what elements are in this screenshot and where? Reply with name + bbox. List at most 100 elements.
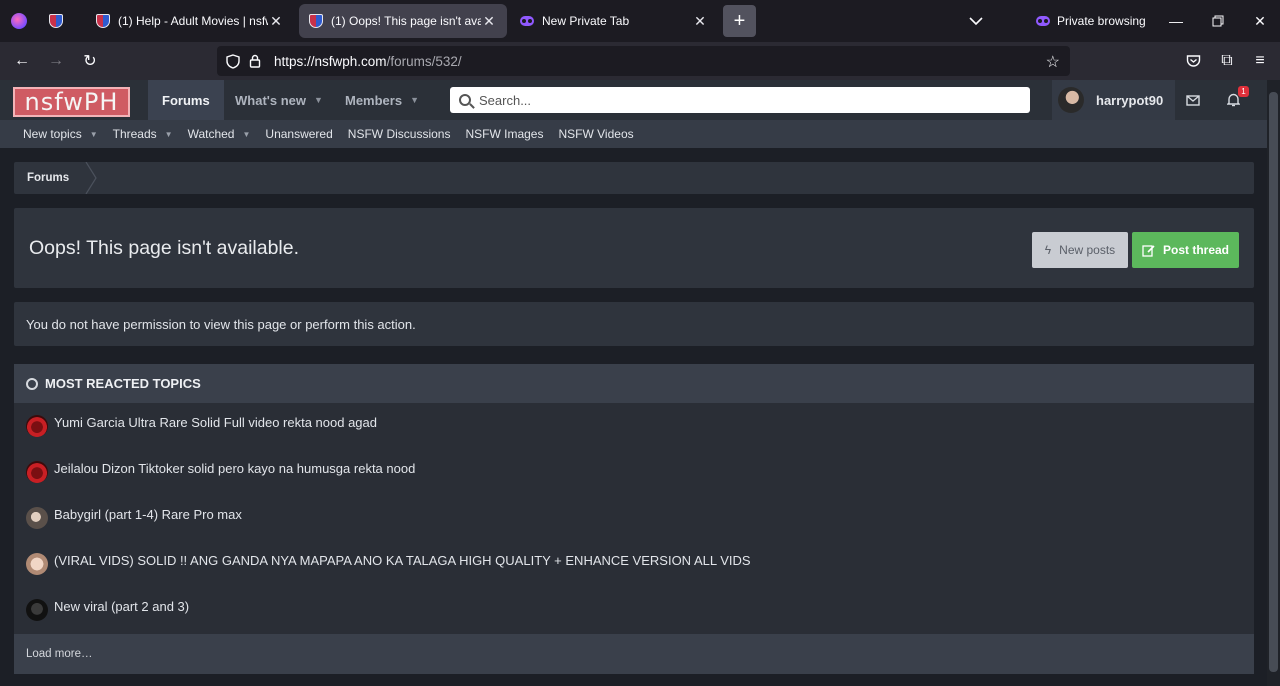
topic-item[interactable]: (VIRAL VIDS) SOLID !! ANG GANDA NYA MAPA… bbox=[26, 549, 751, 575]
topic-item[interactable]: Jeilalou Dizon Tiktoker solid pero kayo … bbox=[26, 457, 415, 483]
restore-icon bbox=[1212, 15, 1224, 27]
plus-icon: + bbox=[733, 9, 746, 32]
minimize-icon: — bbox=[1169, 13, 1183, 29]
widget-header: MOST REACTED TOPICS bbox=[14, 364, 1254, 403]
reactions-icon bbox=[26, 377, 38, 390]
envelope-icon bbox=[1186, 94, 1200, 106]
caret-down-icon[interactable]: ▼ bbox=[410, 95, 419, 105]
subnav-threads[interactable]: Threads ▼ bbox=[113, 127, 173, 141]
address-bar[interactable]: https://nsfwph.com/forums/532/ ☆ bbox=[217, 46, 1070, 76]
restore-button[interactable] bbox=[1203, 8, 1233, 34]
topic-title[interactable]: Yumi Garcia Ultra Rare Solid Full video … bbox=[54, 415, 377, 430]
subnav-new-topics[interactable]: New topics ▼ bbox=[23, 127, 98, 141]
subnav-nsfw-images[interactable]: NSFW Images bbox=[465, 127, 543, 141]
site-shield-icon bbox=[309, 14, 323, 28]
lock-icon[interactable] bbox=[246, 52, 264, 70]
topic-item[interactable]: New viral (part 2 and 3) bbox=[26, 595, 189, 621]
permission-notice: You do not have permission to view this … bbox=[14, 302, 1254, 346]
user-avatar bbox=[1058, 87, 1084, 113]
tab-title: (1) Oops! This page isn't available bbox=[331, 14, 481, 28]
close-tab-icon[interactable]: ✕ bbox=[481, 13, 497, 30]
close-tab-icon[interactable]: ✕ bbox=[692, 13, 708, 30]
minimize-button[interactable]: — bbox=[1161, 8, 1191, 34]
tab-new-private[interactable]: New Private Tab ✕ bbox=[510, 4, 718, 38]
nav-label: Members bbox=[345, 92, 403, 108]
app-menu-button[interactable]: ≡ bbox=[1246, 47, 1274, 75]
breadcrumb-forums[interactable]: Forums bbox=[14, 162, 82, 194]
pinned-tab-messenger[interactable] bbox=[3, 6, 35, 36]
search-box[interactable] bbox=[450, 87, 1030, 113]
load-more-link[interactable]: Load more… bbox=[26, 648, 92, 660]
forward-button[interactable]: → bbox=[42, 47, 70, 75]
topic-avatar[interactable] bbox=[26, 461, 48, 483]
subnav-label: NSFW Discussions bbox=[347, 127, 451, 141]
topic-avatar[interactable] bbox=[26, 553, 48, 575]
subnav-unanswered[interactable]: Unanswered bbox=[265, 127, 332, 141]
subnav-label: Unanswered bbox=[265, 127, 333, 141]
tab-title: (1) Help - Adult Movies | nsfwPH bbox=[118, 14, 268, 28]
post-thread-button[interactable]: Post thread bbox=[1132, 232, 1239, 268]
topic-avatar[interactable] bbox=[26, 415, 48, 437]
nav-whats-new[interactable]: What's new ▼ bbox=[235, 80, 323, 120]
subnav-watched[interactable]: Watched ▼ bbox=[188, 127, 251, 141]
private-browsing-indicator: Private browsing bbox=[1036, 10, 1146, 32]
sub-navigation: New topics ▼ Threads ▼ Watched ▼ Unanswered… bbox=[0, 120, 1267, 148]
extensions-button[interactable]: ⧉ bbox=[1213, 47, 1241, 75]
list-all-tabs-button[interactable] bbox=[964, 10, 988, 32]
user-menu[interactable]: harrypot90 bbox=[1052, 80, 1176, 120]
topic-item[interactable]: Yumi Garcia Ultra Rare Solid Full video … bbox=[26, 411, 377, 437]
page-title-block: Oops! This page isn't available. ϟ New p… bbox=[14, 208, 1254, 288]
bookmark-star-icon[interactable]: ☆ bbox=[1046, 52, 1060, 72]
scrollbar-thumb[interactable] bbox=[1269, 92, 1278, 672]
caret-down-icon[interactable]: ▼ bbox=[90, 130, 98, 139]
chevron-down-icon bbox=[969, 16, 983, 25]
browser-tab-bar: (1) Help - Adult Movies | nsfwPH ✕ (1) O… bbox=[0, 0, 1280, 42]
back-button[interactable]: ← bbox=[8, 47, 36, 75]
widget-footer: Load more… bbox=[14, 634, 1254, 674]
messenger-icon bbox=[11, 13, 27, 29]
caret-down-icon[interactable]: ▼ bbox=[314, 95, 323, 105]
url-text[interactable]: https://nsfwph.com/forums/532/ bbox=[274, 54, 462, 69]
caret-down-icon[interactable]: ▼ bbox=[242, 130, 250, 139]
close-icon: ✕ bbox=[1254, 12, 1266, 29]
topic-avatar[interactable] bbox=[26, 599, 48, 621]
nav-members[interactable]: Members ▼ bbox=[345, 80, 419, 120]
subnav-nsfw-discussions[interactable]: NSFW Discussions bbox=[348, 127, 451, 141]
page-scrollbar[interactable] bbox=[1267, 80, 1280, 686]
new-posts-label: New posts bbox=[1059, 243, 1116, 257]
nav-forums[interactable]: Forums bbox=[148, 80, 224, 120]
breadcrumb-separator-icon bbox=[85, 162, 97, 194]
url-host: https://nsfwph.com bbox=[274, 53, 387, 69]
hamburger-menu-icon: ≡ bbox=[1255, 52, 1265, 69]
topic-item[interactable]: Babygirl (part 1-4) Rare Pro max bbox=[26, 503, 242, 529]
arrow-left-icon: ← bbox=[14, 52, 30, 69]
breadcrumb: Forums bbox=[14, 162, 1254, 194]
inbox-button[interactable] bbox=[1182, 90, 1204, 110]
site-logo[interactable]: nsfwPH bbox=[13, 87, 130, 117]
site-shield-icon bbox=[96, 14, 110, 28]
tab-oops-page[interactable]: (1) Oops! This page isn't available ✕ bbox=[299, 4, 507, 38]
tab-help-adult-movies[interactable]: (1) Help - Adult Movies | nsfwPH ✕ bbox=[86, 4, 294, 38]
topic-title[interactable]: Jeilalou Dizon Tiktoker solid pero kayo … bbox=[54, 461, 415, 476]
new-tab-button[interactable]: + bbox=[723, 5, 756, 37]
widget-title: MOST REACTED TOPICS bbox=[45, 376, 201, 391]
new-posts-button[interactable]: ϟ New posts bbox=[1032, 232, 1128, 268]
site-shield-icon bbox=[49, 14, 63, 28]
reload-button[interactable]: ↻ bbox=[76, 47, 104, 75]
subnav-label: New topics bbox=[23, 127, 82, 141]
shield-icon[interactable] bbox=[224, 52, 242, 70]
arrow-right-icon: → bbox=[48, 52, 64, 69]
close-window-button[interactable]: ✕ bbox=[1245, 8, 1275, 34]
search-input[interactable] bbox=[479, 92, 979, 108]
close-tab-icon[interactable]: ✕ bbox=[268, 13, 284, 30]
topic-avatar[interactable] bbox=[26, 507, 48, 529]
caret-down-icon[interactable]: ▼ bbox=[165, 130, 173, 139]
topic-title[interactable]: Babygirl (part 1-4) Rare Pro max bbox=[54, 507, 242, 522]
subnav-nsfw-videos[interactable]: NSFW Videos bbox=[558, 127, 633, 141]
search-icon bbox=[459, 94, 471, 106]
most-reacted-topics-widget: MOST REACTED TOPICS Yumi Garcia Ultra Ra… bbox=[14, 364, 1254, 674]
topic-title[interactable]: (VIRAL VIDS) SOLID !! ANG GANDA NYA MAPA… bbox=[54, 553, 751, 568]
pinned-tab-nsfwph[interactable] bbox=[40, 6, 72, 36]
pocket-button[interactable] bbox=[1179, 47, 1207, 75]
topic-title[interactable]: New viral (part 2 and 3) bbox=[54, 599, 189, 614]
